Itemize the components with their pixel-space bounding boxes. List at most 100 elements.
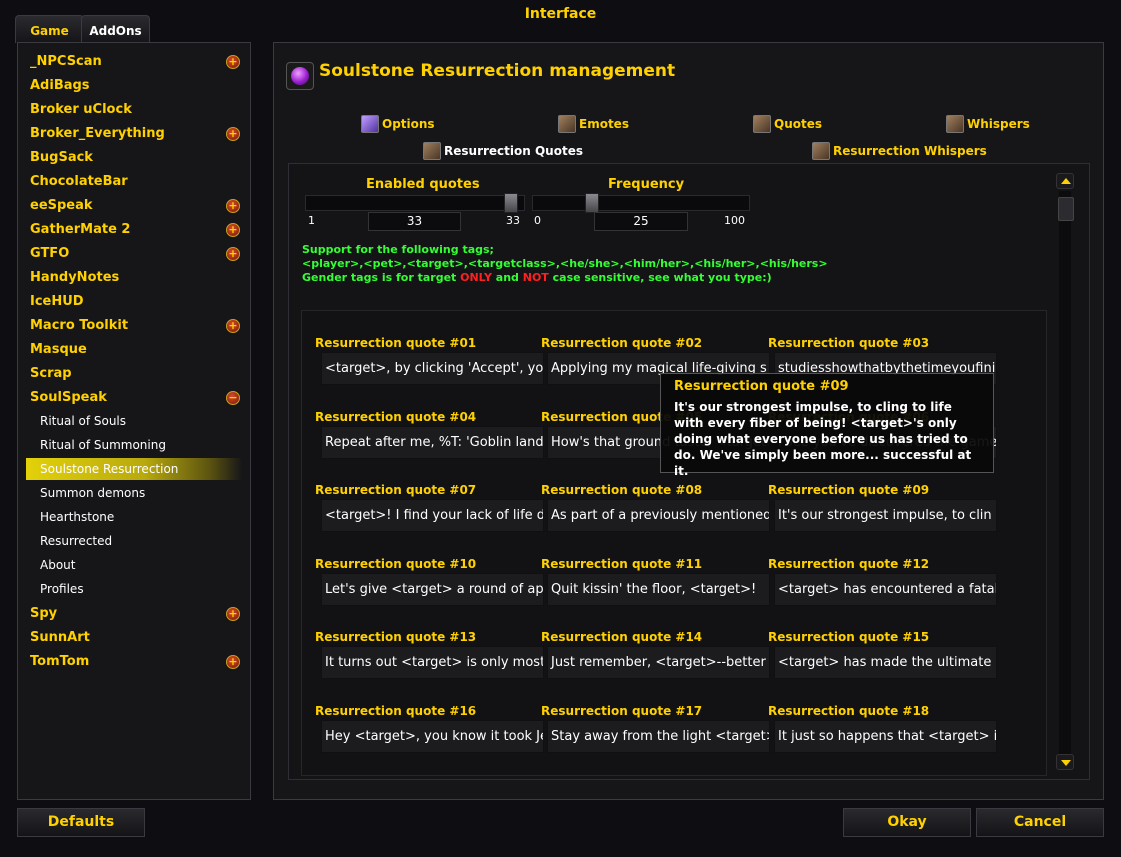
frequency-label: Frequency bbox=[608, 177, 685, 192]
quote-input[interactable]: Hey <target>, you know it took Je bbox=[321, 720, 544, 753]
tags-emphasis: NOT bbox=[522, 271, 549, 284]
sidebar-item[interactable]: SoulSpeak bbox=[30, 387, 240, 409]
scroll-icon bbox=[946, 115, 964, 133]
enabled-quotes-slider[interactable] bbox=[305, 193, 525, 213]
quote-label: Resurrection quote #12 bbox=[768, 557, 930, 571]
sidebar-subitem[interactable]: Profiles bbox=[40, 578, 240, 600]
tab-game[interactable]: Game bbox=[15, 15, 84, 43]
quote-input[interactable]: <target> has made the ultimate sa bbox=[774, 646, 997, 679]
defaults-button[interactable]: Defaults bbox=[17, 808, 145, 837]
sidebar-item[interactable]: HandyNotes bbox=[30, 267, 240, 289]
expand-icon[interactable]: + bbox=[226, 655, 240, 669]
scroll-down-button[interactable] bbox=[1056, 754, 1074, 770]
scroll-up-button[interactable] bbox=[1056, 173, 1074, 189]
soulstone-icon bbox=[286, 62, 314, 90]
expand-icon[interactable]: + bbox=[226, 319, 240, 333]
quote-input[interactable]: It's our strongest impulse, to clin bbox=[774, 499, 997, 532]
expand-icon[interactable]: + bbox=[226, 247, 240, 261]
sidebar-item[interactable]: GTFO bbox=[30, 243, 240, 265]
sidebar-item-label: Broker uClock bbox=[30, 102, 132, 117]
sidebar-item[interactable]: AdiBags bbox=[30, 75, 240, 97]
sidebar-item[interactable]: eeSpeak bbox=[30, 195, 240, 217]
sidebar-subitem[interactable]: Resurrected bbox=[40, 530, 240, 552]
subtab-quotes[interactable]: Quotes bbox=[753, 114, 822, 134]
slider-max: 100 bbox=[724, 214, 745, 227]
quote-label: Resurrection quote #13 bbox=[315, 630, 477, 644]
scroll-icon bbox=[423, 142, 441, 160]
quote-input[interactable]: It just so happens that <target> is bbox=[774, 720, 997, 753]
quote-input[interactable]: <target>! I find your lack of life d bbox=[321, 499, 544, 532]
sidebar-item[interactable]: TomTom bbox=[30, 651, 240, 673]
quote-input[interactable]: Quit kissin' the floor, <target>! bbox=[547, 573, 770, 606]
collapse-icon[interactable]: − bbox=[226, 391, 240, 405]
quote-input[interactable]: <target> has encountered a fatal bbox=[774, 573, 997, 606]
subtab-resurrection-quotes[interactable]: Resurrection Quotes bbox=[423, 141, 583, 161]
quote-input[interactable]: Repeat after me, %T: 'Goblin land bbox=[321, 426, 544, 459]
slider-thumb[interactable] bbox=[585, 193, 599, 213]
sidebar-item[interactable]: Broker uClock bbox=[30, 99, 240, 121]
sidebar-item[interactable]: IceHUD bbox=[30, 291, 240, 313]
sidebar-subitem[interactable]: About bbox=[40, 554, 240, 576]
tags-emphasis: ONLY bbox=[460, 271, 492, 284]
okay-button[interactable]: Okay bbox=[843, 808, 971, 837]
quote-label: Resurrection quote #02 bbox=[541, 336, 703, 350]
sidebar-subitem[interactable]: Summon demons bbox=[40, 482, 240, 504]
subtab-label: Quotes bbox=[774, 117, 823, 131]
tags-info-line1: Support for the following tags; bbox=[302, 243, 494, 256]
tags-info-line2: <player>,<pet>,<target>,<targetclass>,<h… bbox=[302, 257, 828, 270]
quote-input[interactable]: Just remember, <target>--better y bbox=[547, 646, 770, 679]
quote-input[interactable]: <target>, by clicking 'Accept', you bbox=[321, 352, 544, 385]
scrollbar[interactable] bbox=[1054, 173, 1076, 772]
sidebar-subitem-label: Ritual of Souls bbox=[40, 414, 127, 428]
scroll-track[interactable] bbox=[1059, 191, 1071, 754]
sidebar-item[interactable]: GatherMate 2 bbox=[30, 219, 240, 241]
sidebar-item[interactable]: Broker_Everything bbox=[30, 123, 240, 145]
sidebar-subitem-selected[interactable]: Soulstone Resurrection bbox=[26, 458, 242, 480]
tooltip-body: It's our strongest impulse, to cling to … bbox=[674, 400, 972, 478]
sidebar-item-label: eeSpeak bbox=[30, 198, 93, 213]
sidebar-subitem-label: About bbox=[40, 558, 76, 572]
subtab-options[interactable]: Options bbox=[361, 114, 435, 134]
expand-icon[interactable]: + bbox=[226, 607, 240, 621]
quote-label: Resurrection quote #15 bbox=[768, 630, 930, 644]
sidebar-item[interactable]: _NPCScan bbox=[30, 51, 240, 73]
slider-thumb[interactable] bbox=[504, 193, 518, 213]
sidebar-item[interactable]: SunnArt bbox=[30, 627, 240, 649]
quote-input[interactable]: Stay away from the light <target> bbox=[547, 720, 770, 753]
subtab-whispers[interactable]: Whispers bbox=[946, 114, 1030, 134]
quote-input[interactable]: It turns out <target> is only mostl bbox=[321, 646, 544, 679]
sidebar-item-label: TomTom bbox=[30, 654, 90, 669]
enabled-quotes-value[interactable]: 33 bbox=[368, 212, 461, 231]
quote-input[interactable]: Let's give <target> a round of ap bbox=[321, 573, 544, 606]
sidebar-item-label: AdiBags bbox=[30, 78, 90, 93]
quote-label: Resurrection quote #09 bbox=[768, 483, 930, 497]
sidebar-item[interactable]: Spy bbox=[30, 603, 240, 625]
subtab-emotes[interactable]: Emotes bbox=[558, 114, 629, 134]
frequency-slider[interactable] bbox=[532, 193, 750, 213]
sidebar-subitem[interactable]: Ritual of Souls bbox=[40, 410, 240, 432]
frequency-value[interactable]: 25 bbox=[594, 212, 688, 231]
sidebar-subitem[interactable]: Hearthstone bbox=[40, 506, 240, 528]
subtab-label: Emotes bbox=[579, 117, 629, 131]
scroll-icon bbox=[558, 115, 576, 133]
subtab-resurrection-whispers[interactable]: Resurrection Whispers bbox=[812, 141, 987, 161]
sidebar-item[interactable]: Masque bbox=[30, 339, 240, 361]
expand-icon[interactable]: + bbox=[226, 55, 240, 69]
quote-input[interactable]: As part of a previously mentioned bbox=[547, 499, 770, 532]
sidebar-item-label: Scrap bbox=[30, 366, 72, 381]
quote-label: Resurrection quote #08 bbox=[541, 483, 703, 497]
sidebar-item-label: HandyNotes bbox=[30, 270, 120, 285]
sidebar-item[interactable]: BugSack bbox=[30, 147, 240, 169]
sidebar-item[interactable]: Scrap bbox=[30, 363, 240, 385]
sidebar-item[interactable]: Macro Toolkit bbox=[30, 315, 240, 337]
sidebar-item[interactable]: ChocolateBar bbox=[30, 171, 240, 193]
expand-icon[interactable]: + bbox=[226, 223, 240, 237]
window-title: Interface bbox=[524, 6, 597, 22]
expand-icon[interactable]: + bbox=[226, 199, 240, 213]
expand-icon[interactable]: + bbox=[226, 127, 240, 141]
tab-addons[interactable]: AddOns bbox=[81, 15, 150, 43]
sidebar-subitem[interactable]: Ritual of Summoning bbox=[40, 434, 240, 456]
quote-tooltip: Resurrection quote #09 It's our stronges… bbox=[660, 373, 994, 478]
cancel-button[interactable]: Cancel bbox=[976, 808, 1104, 837]
scroll-thumb[interactable] bbox=[1058, 197, 1074, 221]
